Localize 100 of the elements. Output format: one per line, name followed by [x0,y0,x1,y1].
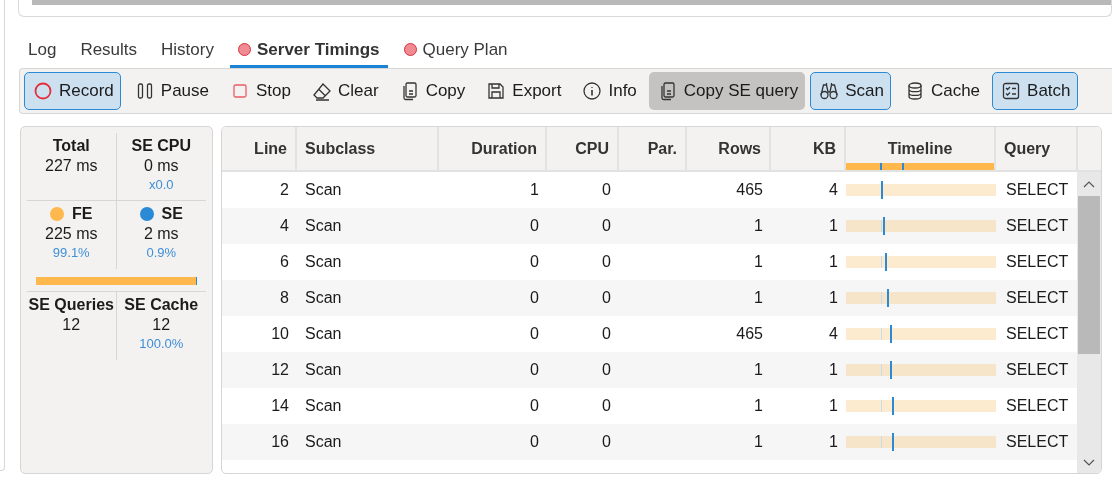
table-cell-text: Scan [304,325,343,343]
table-cell-text: 0 [601,181,612,199]
binoculars-icon [819,81,840,101]
table-cell-text: 1 [828,289,839,307]
column-header[interactable]: Subclass [297,127,439,170]
stop-icon [230,81,250,101]
toolbar-button[interactable]: Pause [125,72,216,110]
tab[interactable]: Results [72,38,146,68]
scroll-down-icon[interactable] [1083,459,1095,467]
table-cell-text: 0 [529,217,540,235]
table-cell-text: 0 [529,289,540,307]
column-header[interactable]: Query [996,127,1078,170]
table-cell-text: 1 [828,217,839,235]
tab[interactable]: Query Plan [395,38,516,68]
table-cell-text: 1 [753,433,764,451]
table-cell-text: 10 [270,325,290,343]
info-icon [582,81,603,101]
table-cell-text: 14 [270,397,290,415]
table-cell-text: Scan [304,433,343,451]
table-row[interactable]: 8 Scan 0 0 1 1 SELECT [222,280,1077,316]
table-cell-text: Scan [304,361,343,379]
table-cell-text: 1 [828,361,839,379]
column-header[interactable]: Line [222,127,297,170]
toolbar-button[interactable]: Copy [390,72,473,110]
stat-title: SE Cache [124,296,199,314]
table-cell-text: 6 [279,253,290,271]
table-cell-text: 1 [753,253,764,271]
stat-note: 0.9% [145,245,178,260]
table-row[interactable]: 16 Scan 0 0 1 1 SELECT [222,424,1077,460]
toolbar-button[interactable]: Export [477,72,569,110]
column-header[interactable]: Par. [619,127,687,170]
column-header[interactable]: CPU [547,127,619,170]
stat-title: SE [161,205,183,223]
toolbar-button[interactable]: Scan [810,72,891,110]
table-cell-text: 0 [529,433,540,451]
table-cell-text: 465 [735,181,764,199]
stat-value: 225 ms [44,225,99,243]
scroll-up-icon[interactable] [1083,180,1095,188]
toolbar-button[interactable]: Stop [221,72,298,110]
table-cell-text: 1 [828,397,839,415]
table-cell-text: 4 [828,325,839,343]
table-cell-text: Scan [304,397,343,415]
column-header[interactable]: Duration [439,127,547,170]
table-cell-text: 0 [601,217,612,235]
stat-title: FE [72,205,93,223]
table-cell-text: Scan [304,289,343,307]
table-cell-text: SELECT [1005,433,1070,451]
table-cell-text: 0 [601,397,612,415]
table-cell-text: SELECT [1005,397,1070,415]
toolbar-button[interactable]: Record [24,72,121,110]
table-cell-text: Scan [304,217,343,235]
table-cell-text: SELECT [1005,361,1070,379]
table-cell-text: SELECT [1005,181,1070,199]
table-cell-text: 1 [529,181,540,199]
table-cell-text: 1 [753,361,764,379]
vertical-scrollbar[interactable] [1077,172,1101,473]
table-cell-text: 4 [279,217,290,235]
column-header[interactable]: Timeline [846,127,996,170]
checklist-icon [1001,81,1022,101]
stat-title: SE CPU [131,137,192,155]
stat-note: x0.0 [147,177,175,192]
stat-value: 0 ms [142,157,180,175]
table-cell-text: 1 [753,397,764,415]
record-icon [33,81,53,101]
table-cell-text: SELECT [1005,289,1070,307]
table-cell-text: 0 [529,325,540,343]
stat-value: 227 ms [44,157,99,175]
tab[interactable]: Log [20,38,65,68]
stat-value: 12 [61,316,82,334]
stat-note: 100.0% [138,336,185,351]
toolbar-button[interactable]: Cache [895,72,988,110]
table-cell-text: 4 [828,181,839,199]
toolbar-button[interactable]: Batch [992,72,1078,110]
table-cell-text: 16 [270,433,290,451]
table-cell-text: 0 [529,397,540,415]
table-cell-text: SELECT [1005,253,1070,271]
stat-title: Total [52,137,90,155]
table-row[interactable]: 12 Scan 0 0 1 1 SELECT [222,352,1077,388]
table-cell-text: 0 [601,433,612,451]
table-cell-text: Scan [304,253,343,271]
table-cell-text: SELECT [1005,325,1070,343]
scrollbar-thumb[interactable] [32,0,1111,5]
stat-title: SE Queries [28,296,114,314]
table-cell-text: SELECT [1005,217,1070,235]
table-cell-text: 1 [828,253,839,271]
table-cell-text: Scan [304,181,343,199]
table-cell-text: 0 [601,361,612,379]
toolbar-button[interactable]: Info [573,72,644,110]
table-cell-text: 8 [279,289,290,307]
stat-value: 2 ms [142,225,180,243]
table-row[interactable]: 4 Scan 0 0 1 1 SELECT [222,208,1077,244]
tab[interactable]: History [153,38,222,68]
eraser-icon [312,81,332,101]
toolbar-button[interactable]: Clear [303,72,386,110]
table-cell-text: 1 [753,217,764,235]
column-header[interactable]: Rows [687,127,771,170]
stat-note: 99.1% [51,245,91,260]
table-cell-text: 1 [828,433,839,451]
toolbar-button[interactable]: Copy SE query [648,72,806,110]
table-cell-text: 0 [601,289,612,307]
